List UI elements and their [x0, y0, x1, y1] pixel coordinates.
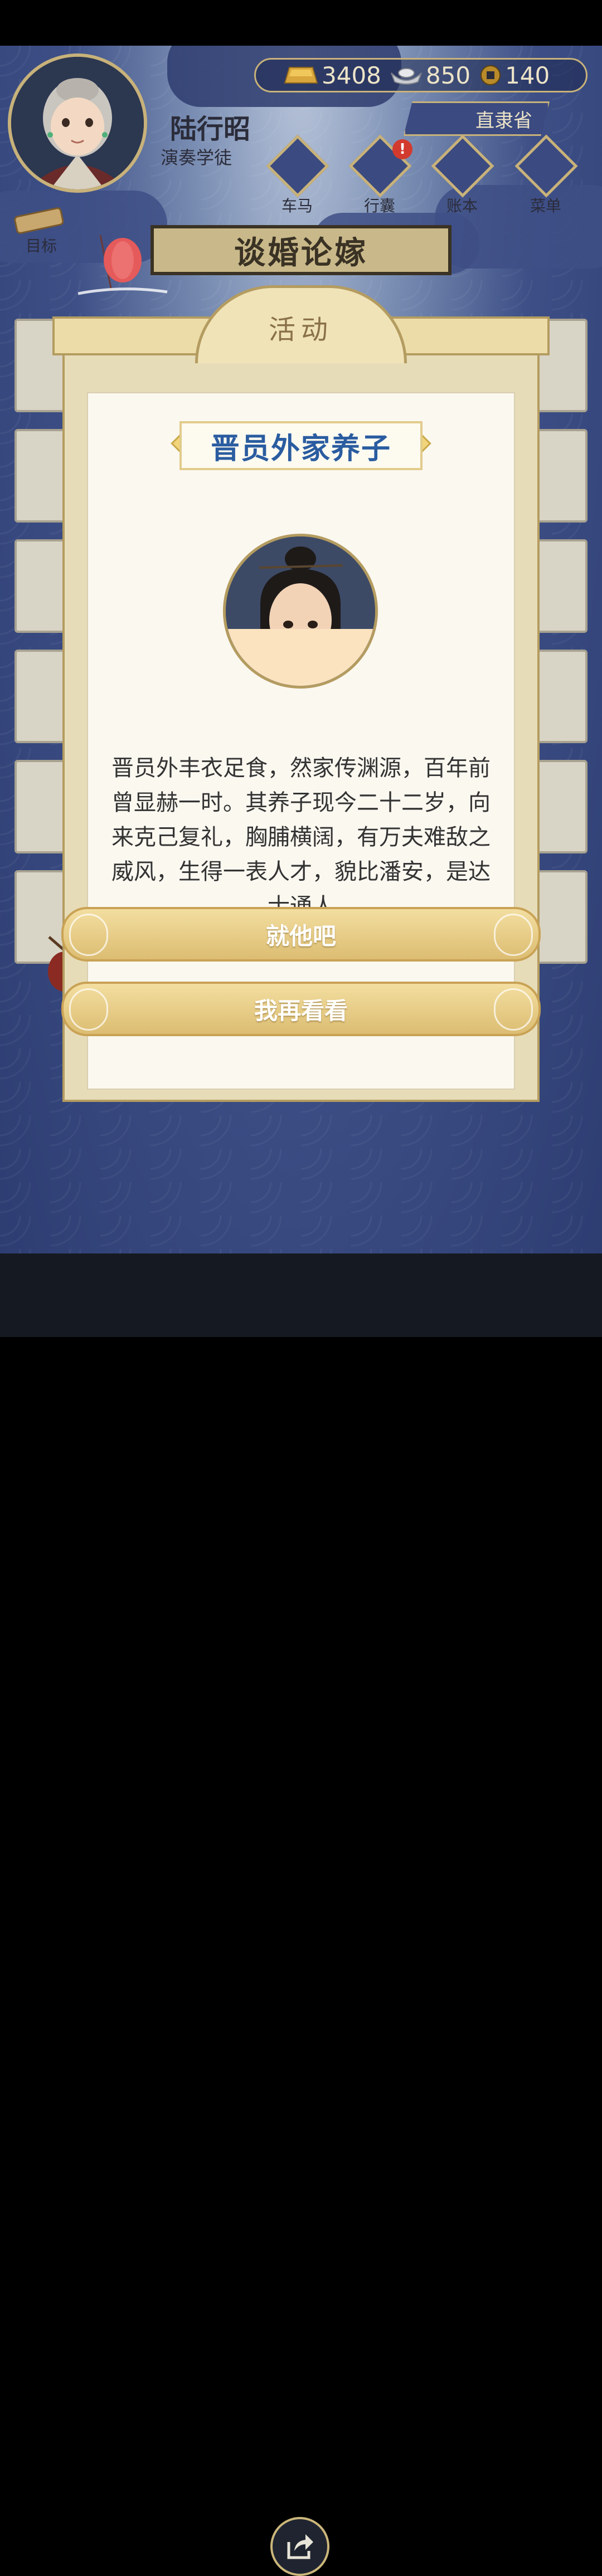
province-selector[interactable]: 直隶省 — [404, 101, 550, 136]
nav-carriage-button[interactable]: 车马 — [263, 134, 331, 227]
player-title: 演奏学徒 — [161, 147, 232, 168]
candidate-description: 晋员外丰衣足食，然家传渊源，百年前曾显赫一时。其养子现今二十二岁，向来克己复礼，… — [111, 755, 491, 919]
silver-ingot-icon — [390, 68, 422, 85]
carriage-icon — [266, 134, 329, 198]
nav-menu-button[interactable]: 菜单 — [512, 134, 580, 227]
currency-bar: 3408 850 140 — [254, 58, 588, 92]
scroll-icon — [14, 207, 64, 234]
cancel-label: 我再看看 — [254, 997, 348, 1024]
candidate-portrait — [223, 534, 378, 689]
bottom-bar — [0, 1253, 602, 2576]
gold-bar-icon — [284, 67, 318, 84]
button-ornament-icon — [494, 914, 533, 956]
menu-dots-icon — [514, 134, 578, 198]
button-ornament-icon — [69, 988, 108, 1031]
button-ornament-icon — [69, 914, 108, 956]
cancel-button[interactable]: 我再看看 — [61, 982, 541, 1036]
status-bar — [0, 0, 602, 46]
copper-value: 140 — [505, 61, 550, 89]
grandmother-portrait-icon — [11, 57, 144, 189]
young-man-portrait-icon — [226, 536, 375, 686]
nav-label: 行囊 — [363, 197, 395, 215]
share-icon — [287, 2534, 313, 2559]
silver-counter[interactable]: 850 — [390, 62, 470, 89]
page-title: 谈婚论嫁 — [151, 225, 452, 275]
player-name: 陆行昭 — [170, 114, 251, 145]
nav-ledger-button[interactable]: 账本 — [428, 134, 496, 227]
lantern-decoration-icon — [78, 235, 168, 295]
notification-badge: ! — [392, 139, 412, 159]
button-ornament-icon — [494, 988, 533, 1031]
province-label: 直隶省 — [475, 109, 532, 132]
dialog-title: 活动 — [268, 314, 333, 345]
goal-label: 目标 — [26, 237, 57, 255]
confirm-button[interactable]: 就他吧 — [61, 907, 541, 962]
nav-label: 账本 — [446, 197, 478, 215]
nav-bag-button[interactable]: ! 行囊 — [346, 134, 414, 227]
share-button[interactable] — [270, 2517, 329, 2576]
silver-value: 850 — [425, 61, 471, 89]
candidate-name-plate: 晋员外家养子 — [179, 421, 423, 470]
gold-value: 3408 — [322, 61, 381, 89]
avatar[interactable] — [8, 53, 147, 193]
copper-counter[interactable]: 140 — [479, 62, 550, 89]
game-screen: 陆行昭 演奏学徒 3408 850 140 直隶省 车马 ! 行囊 账本 菜单 … — [0, 46, 602, 1253]
ledger-icon — [431, 134, 494, 198]
copper-coin-icon — [480, 65, 501, 85]
page-title-text: 谈婚论嫁 — [234, 235, 368, 271]
nav-label: 菜单 — [530, 197, 561, 215]
candidate-name: 晋员外家养子 — [210, 432, 391, 466]
nav-label: 车马 — [281, 197, 313, 215]
gold-counter[interactable]: 3408 — [284, 62, 381, 89]
confirm-label: 就他吧 — [265, 922, 336, 950]
